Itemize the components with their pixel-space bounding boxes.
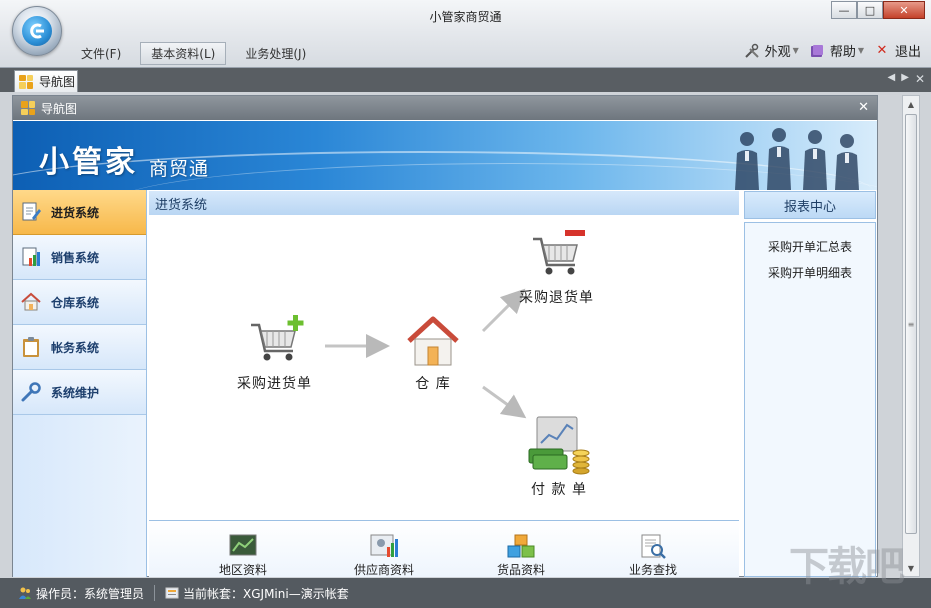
purchase-flow-diagram: 采购进货单 仓 库 采购退货单 付 款 单	[149, 215, 739, 518]
help-label: 帮助	[829, 45, 856, 60]
panel-title: 进货系统	[149, 191, 739, 215]
menu-business[interactable]: 业务处理(J)	[234, 42, 317, 65]
document-tab-strip: 导航图 ◀ ▶ ✕	[0, 68, 931, 92]
status-account: 当前帐套：XGJMini—演示帐套	[165, 585, 349, 602]
sidebar-item-purchase[interactable]: 进货系统	[13, 190, 146, 235]
status-operator: 操作员：系统管理员	[18, 585, 144, 602]
navigation-window-header: 导航图 ✕	[13, 96, 877, 120]
system-sidebar: 进货系统 销售系统 仓库系统 帐务系统 系统维护	[13, 190, 147, 577]
report-link-purchase-detail[interactable]: 采购开单明细表	[745, 259, 875, 285]
cart-add-icon	[250, 315, 303, 361]
business-people-image	[735, 128, 859, 190]
close-button[interactable]: ✕	[883, 1, 925, 19]
account-text: 当前帐套：XGJMini—演示帐套	[183, 586, 349, 601]
region-chart-icon	[229, 534, 257, 556]
purchase-in-label: 采购进货单	[237, 376, 312, 392]
minimize-button[interactable]: —	[831, 1, 857, 19]
sidebar-item-label: 系统维护	[51, 385, 100, 400]
payment-node[interactable]: 付 款 单	[527, 415, 591, 499]
exit-button[interactable]: ✕ 退出	[874, 41, 921, 60]
tools-icon	[744, 43, 760, 59]
document-search-icon	[641, 534, 666, 559]
navigation-grid-icon	[19, 74, 33, 89]
house-icon	[19, 290, 43, 314]
scroll-thumb[interactable]: ≡	[905, 114, 917, 534]
close-icon[interactable]: ✕	[858, 100, 869, 115]
purchase-return-label: 采购退货单	[519, 290, 594, 306]
navigation-grid-icon	[21, 101, 35, 115]
quick-link-label: 供应商资料	[354, 563, 415, 577]
navigation-window: 导航图 ✕ 小管家 商贸通 进货系统 销售系统 仓库系统 帐务系统 系统维护 进…	[12, 95, 878, 577]
menu-basic-data[interactable]: 基本资料(L)	[140, 42, 227, 65]
supplier-data-link[interactable]: 供应商资料	[354, 533, 414, 577]
tab-nav-controls: ◀ ▶ ✕	[882, 72, 925, 86]
watermark: 下载吧	[789, 544, 905, 590]
tab-scroll-left-icon[interactable]: ◀	[888, 72, 896, 86]
business-search-link[interactable]: 业务查找	[629, 533, 677, 577]
clipboard-icon	[19, 335, 43, 359]
menu-file[interactable]: 文件(F)	[70, 42, 132, 65]
sidebar-item-label: 帐务系统	[51, 340, 100, 355]
sidebar-item-label: 进货系统	[51, 205, 100, 220]
goods-boxes-icon	[507, 534, 535, 558]
supplier-chart-icon	[370, 534, 398, 557]
warehouse-house-icon	[407, 316, 459, 366]
help-book-icon	[809, 43, 825, 59]
payment-money-icon	[528, 416, 590, 475]
quick-links-panel: 地区资料 供应商资料 货品资料 业务查找	[149, 520, 739, 577]
appearance-label: 外观	[764, 45, 791, 60]
scroll-up-icon[interactable]: ▲	[903, 96, 919, 112]
maximize-button[interactable]: □	[857, 1, 883, 19]
report-center-list: 采购开单汇总表 采购开单明细表	[744, 222, 876, 577]
users-icon	[19, 587, 31, 599]
navigation-window-title: 导航图	[41, 101, 78, 116]
right-menu: 外观 ▼ 帮助 ▼ ✕ 退出	[734, 41, 921, 60]
purchase-return-node[interactable]: 采购退货单	[519, 227, 594, 307]
warehouse-label: 仓 库	[415, 376, 451, 392]
quick-link-label: 货品资料	[497, 563, 546, 577]
tab-scroll-right-icon[interactable]: ▶	[901, 72, 909, 86]
tab-close-icon[interactable]: ✕	[915, 72, 925, 86]
tab-label: 导航图	[39, 75, 76, 89]
quick-link-label: 地区资料	[219, 563, 268, 577]
window-controls: — □ ✕	[831, 1, 925, 19]
title-bar: 小管家商贸通 — □ ✕ 文件(F) 基本资料(L) 业务处理(J) 外观 ▼ …	[0, 0, 931, 68]
sidebar-item-label: 仓库系统	[51, 295, 100, 310]
account-book-icon	[165, 587, 179, 599]
appearance-button[interactable]: 外观 ▼	[744, 41, 799, 60]
operator-text: 操作员：系统管理员	[36, 586, 145, 601]
scroll-down-icon[interactable]: ▼	[903, 560, 919, 576]
quick-link-label: 业务查找	[629, 563, 678, 577]
window-title: 小管家商贸通	[429, 10, 502, 24]
goods-data-link[interactable]: 货品资料	[497, 533, 545, 577]
sidebar-item-accounting[interactable]: 帐务系统	[13, 325, 146, 370]
report-center-title: 报表中心	[744, 191, 876, 219]
help-button[interactable]: 帮助 ▼	[809, 41, 864, 60]
chevron-down-icon: ▼	[857, 46, 864, 55]
menu-bar: 文件(F) 基本资料(L) 业务处理(J)	[70, 42, 325, 65]
brand-subtitle: 商贸通	[149, 158, 210, 180]
sidebar-item-maintenance[interactable]: 系统维护	[13, 370, 146, 415]
warehouse-node[interactable]: 仓 库	[403, 313, 463, 393]
sidebar-item-sales[interactable]: 销售系统	[13, 235, 146, 280]
vertical-scrollbar[interactable]: ▲ ≡ ▼	[902, 95, 920, 577]
sales-chart-icon	[19, 245, 43, 269]
tab-navigation[interactable]: 导航图	[14, 70, 78, 92]
exit-label: 退出	[894, 45, 921, 60]
document-edit-icon	[19, 200, 43, 224]
exit-x-icon: ✕	[876, 43, 888, 58]
payment-label: 付 款 单	[531, 482, 587, 498]
brand-title: 小管家	[39, 145, 138, 180]
cart-remove-icon	[532, 230, 585, 275]
purchase-in-node[interactable]: 采购进货单	[237, 311, 312, 393]
banner: 小管家 商贸通	[13, 121, 877, 190]
sidebar-item-label: 销售系统	[51, 250, 100, 265]
wrench-icon	[19, 380, 43, 404]
region-data-link[interactable]: 地区资料	[219, 533, 267, 577]
report-link-purchase-summary[interactable]: 采购开单汇总表	[745, 233, 875, 259]
sidebar-item-warehouse[interactable]: 仓库系统	[13, 280, 146, 325]
chevron-down-icon: ▼	[792, 46, 799, 55]
